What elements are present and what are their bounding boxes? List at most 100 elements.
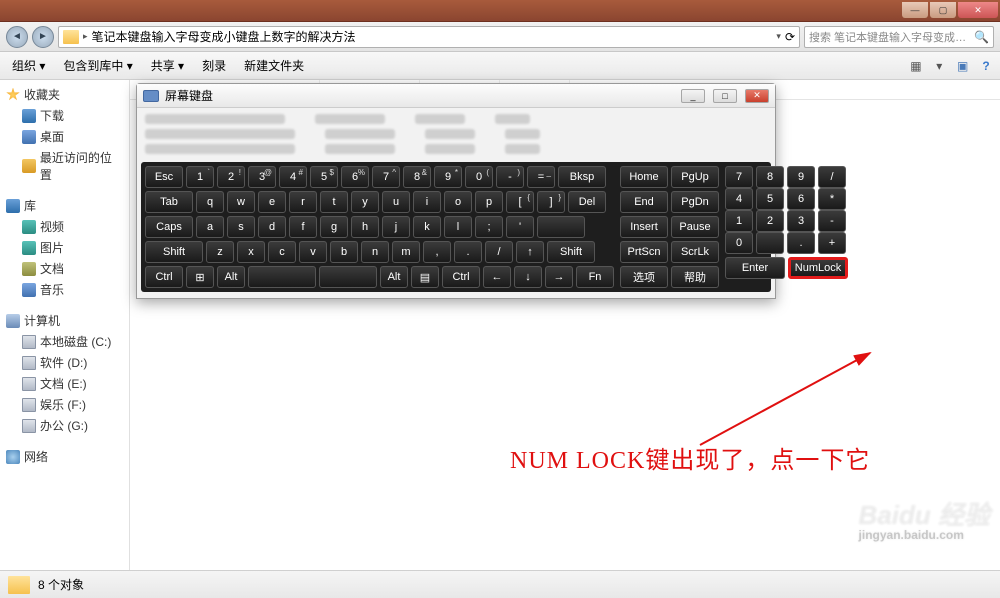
key-9[interactable]: 9* [434,166,462,188]
key-0[interactable]: 0( [465,166,493,188]
key-Del[interactable]: Del [568,191,606,213]
key-Fn[interactable]: Fn [576,266,614,288]
key-np-4[interactable]: 4 [725,188,753,210]
key-np-/[interactable]: / [818,166,846,188]
sidebar-item-desktop[interactable]: 桌面 [0,126,129,147]
window-maximize-btn[interactable]: ▢ [930,2,956,18]
key-Bksp[interactable]: Bksp [558,166,606,188]
key--[interactable]: -) [496,166,524,188]
organize-menu[interactable]: 组织 ▾ [4,54,53,77]
key-Ctrl[interactable]: Ctrl [442,266,480,288]
key-=[interactable]: =_ [527,166,555,188]
key-j[interactable]: j [382,216,410,238]
key-⊞[interactable]: ⊞ [186,266,214,288]
key-np-6[interactable]: 6 [787,188,815,210]
key-s[interactable]: s [227,216,255,238]
key-np-1[interactable]: 1 [725,210,753,232]
key-7[interactable]: 7^ [372,166,400,188]
sidebar-item-drive-d[interactable]: 软件 (D:) [0,352,129,373]
preview-pane-icon[interactable]: ▣ [953,56,973,76]
key-/[interactable]: / [485,241,513,263]
key-np--[interactable]: - [818,210,846,232]
osk-titlebar[interactable]: 屏幕键盘 _ □ ✕ [137,84,775,108]
key-5[interactable]: 5$ [310,166,338,188]
key-np-5[interactable]: 5 [756,188,784,210]
key-numlock[interactable]: NumLock [788,257,848,279]
key-Ctrl[interactable]: Ctrl [145,266,183,288]
path-dropdown-icon[interactable]: ▾ [776,31,781,42]
search-field[interactable]: 搜索 笔记本键盘输入字母变成小键盘... 🔍 [804,26,994,48]
sidebar-item-documents[interactable]: 文档 [0,258,129,279]
key-b[interactable]: b [330,241,358,263]
key-d[interactable]: d [258,216,286,238]
key-Home[interactable]: Home [620,166,668,188]
new-folder-btn[interactable]: 新建文件夹 [236,54,312,77]
nav-forward-btn[interactable]: ► [32,26,54,48]
key-→[interactable]: → [545,266,573,288]
sidebar-network-head[interactable]: 网络 [0,446,129,467]
key-Pause[interactable]: Pause [671,216,719,238]
burn-btn[interactable]: 刻录 [194,54,234,77]
key-u[interactable]: u [382,191,410,213]
key-3[interactable]: 3@ [248,166,276,188]
key-e[interactable]: e [258,191,286,213]
key-v[interactable]: v [299,241,327,263]
sidebar-item-videos[interactable]: 视频 [0,216,129,237]
key-i[interactable]: i [413,191,441,213]
key-PgDn[interactable]: PgDn [671,191,719,213]
key-r[interactable]: r [289,191,317,213]
sidebar-item-drive-c[interactable]: 本地磁盘 (C:) [0,331,129,352]
key-np-blank[interactable] [756,232,784,254]
key-[[interactable]: [{ [506,191,534,213]
key-z[interactable]: z [206,241,234,263]
key-np-3[interactable]: 3 [787,210,815,232]
key-np-7[interactable]: 7 [725,166,753,188]
key-np-0[interactable]: 0 [725,232,753,254]
window-close-btn[interactable]: ✕ [958,2,998,18]
key-▤[interactable]: ▤ [411,266,439,288]
sidebar-item-drive-f[interactable]: 娱乐 (F:) [0,394,129,415]
key-np-2[interactable]: 2 [756,210,784,232]
key-k[interactable]: k [413,216,441,238]
key-blank[interactable] [319,266,377,288]
key-blank[interactable] [537,216,585,238]
key-c[interactable]: c [268,241,296,263]
key-PgUp[interactable]: PgUp [671,166,719,188]
key-f[interactable]: f [289,216,317,238]
key-Alt[interactable]: Alt [217,266,245,288]
key-4[interactable]: 4# [279,166,307,188]
share-menu[interactable]: 共享 ▾ [143,54,192,77]
key-np-.[interactable]: . [787,232,815,254]
key-][interactable]: ]} [537,191,565,213]
key-选项[interactable]: 选项 [620,266,668,288]
key-np-*[interactable]: * [818,188,846,210]
key-t[interactable]: t [320,191,348,213]
key-l[interactable]: l [444,216,472,238]
key-n[interactable]: n [361,241,389,263]
key-g[interactable]: g [320,216,348,238]
key-'[interactable]: ' [506,216,534,238]
key-a[interactable]: a [196,216,224,238]
refresh-icon[interactable]: ⟳ [785,30,795,44]
key-p[interactable]: p [475,191,503,213]
sidebar-item-music[interactable]: 音乐 [0,279,129,300]
sidebar-item-downloads[interactable]: 下载 [0,105,129,126]
key-h[interactable]: h [351,216,379,238]
key-blank[interactable] [248,266,316,288]
key-Shift[interactable]: Shift [547,241,595,263]
key-np-8[interactable]: 8 [756,166,784,188]
key-8[interactable]: 8& [403,166,431,188]
sidebar-item-pictures[interactable]: 图片 [0,237,129,258]
key-y[interactable]: y [351,191,379,213]
key-Caps[interactable]: Caps [145,216,193,238]
key-↓[interactable]: ↓ [514,266,542,288]
sidebar-libraries-head[interactable]: 库 [0,195,129,216]
osk-close-btn[interactable]: ✕ [745,89,769,103]
view-mode-icon[interactable]: ▦ [906,56,926,76]
key-;[interactable]: ; [475,216,503,238]
path-field[interactable]: ▸ 笔记本键盘输入字母变成小键盘上数字的解决方法 ▾ ⟳ [58,26,800,48]
key-o[interactable]: o [444,191,472,213]
key-ScrLk[interactable]: ScrLk [671,241,719,263]
key-Esc[interactable]: Esc [145,166,183,188]
include-menu[interactable]: 包含到库中 ▾ [55,54,140,77]
